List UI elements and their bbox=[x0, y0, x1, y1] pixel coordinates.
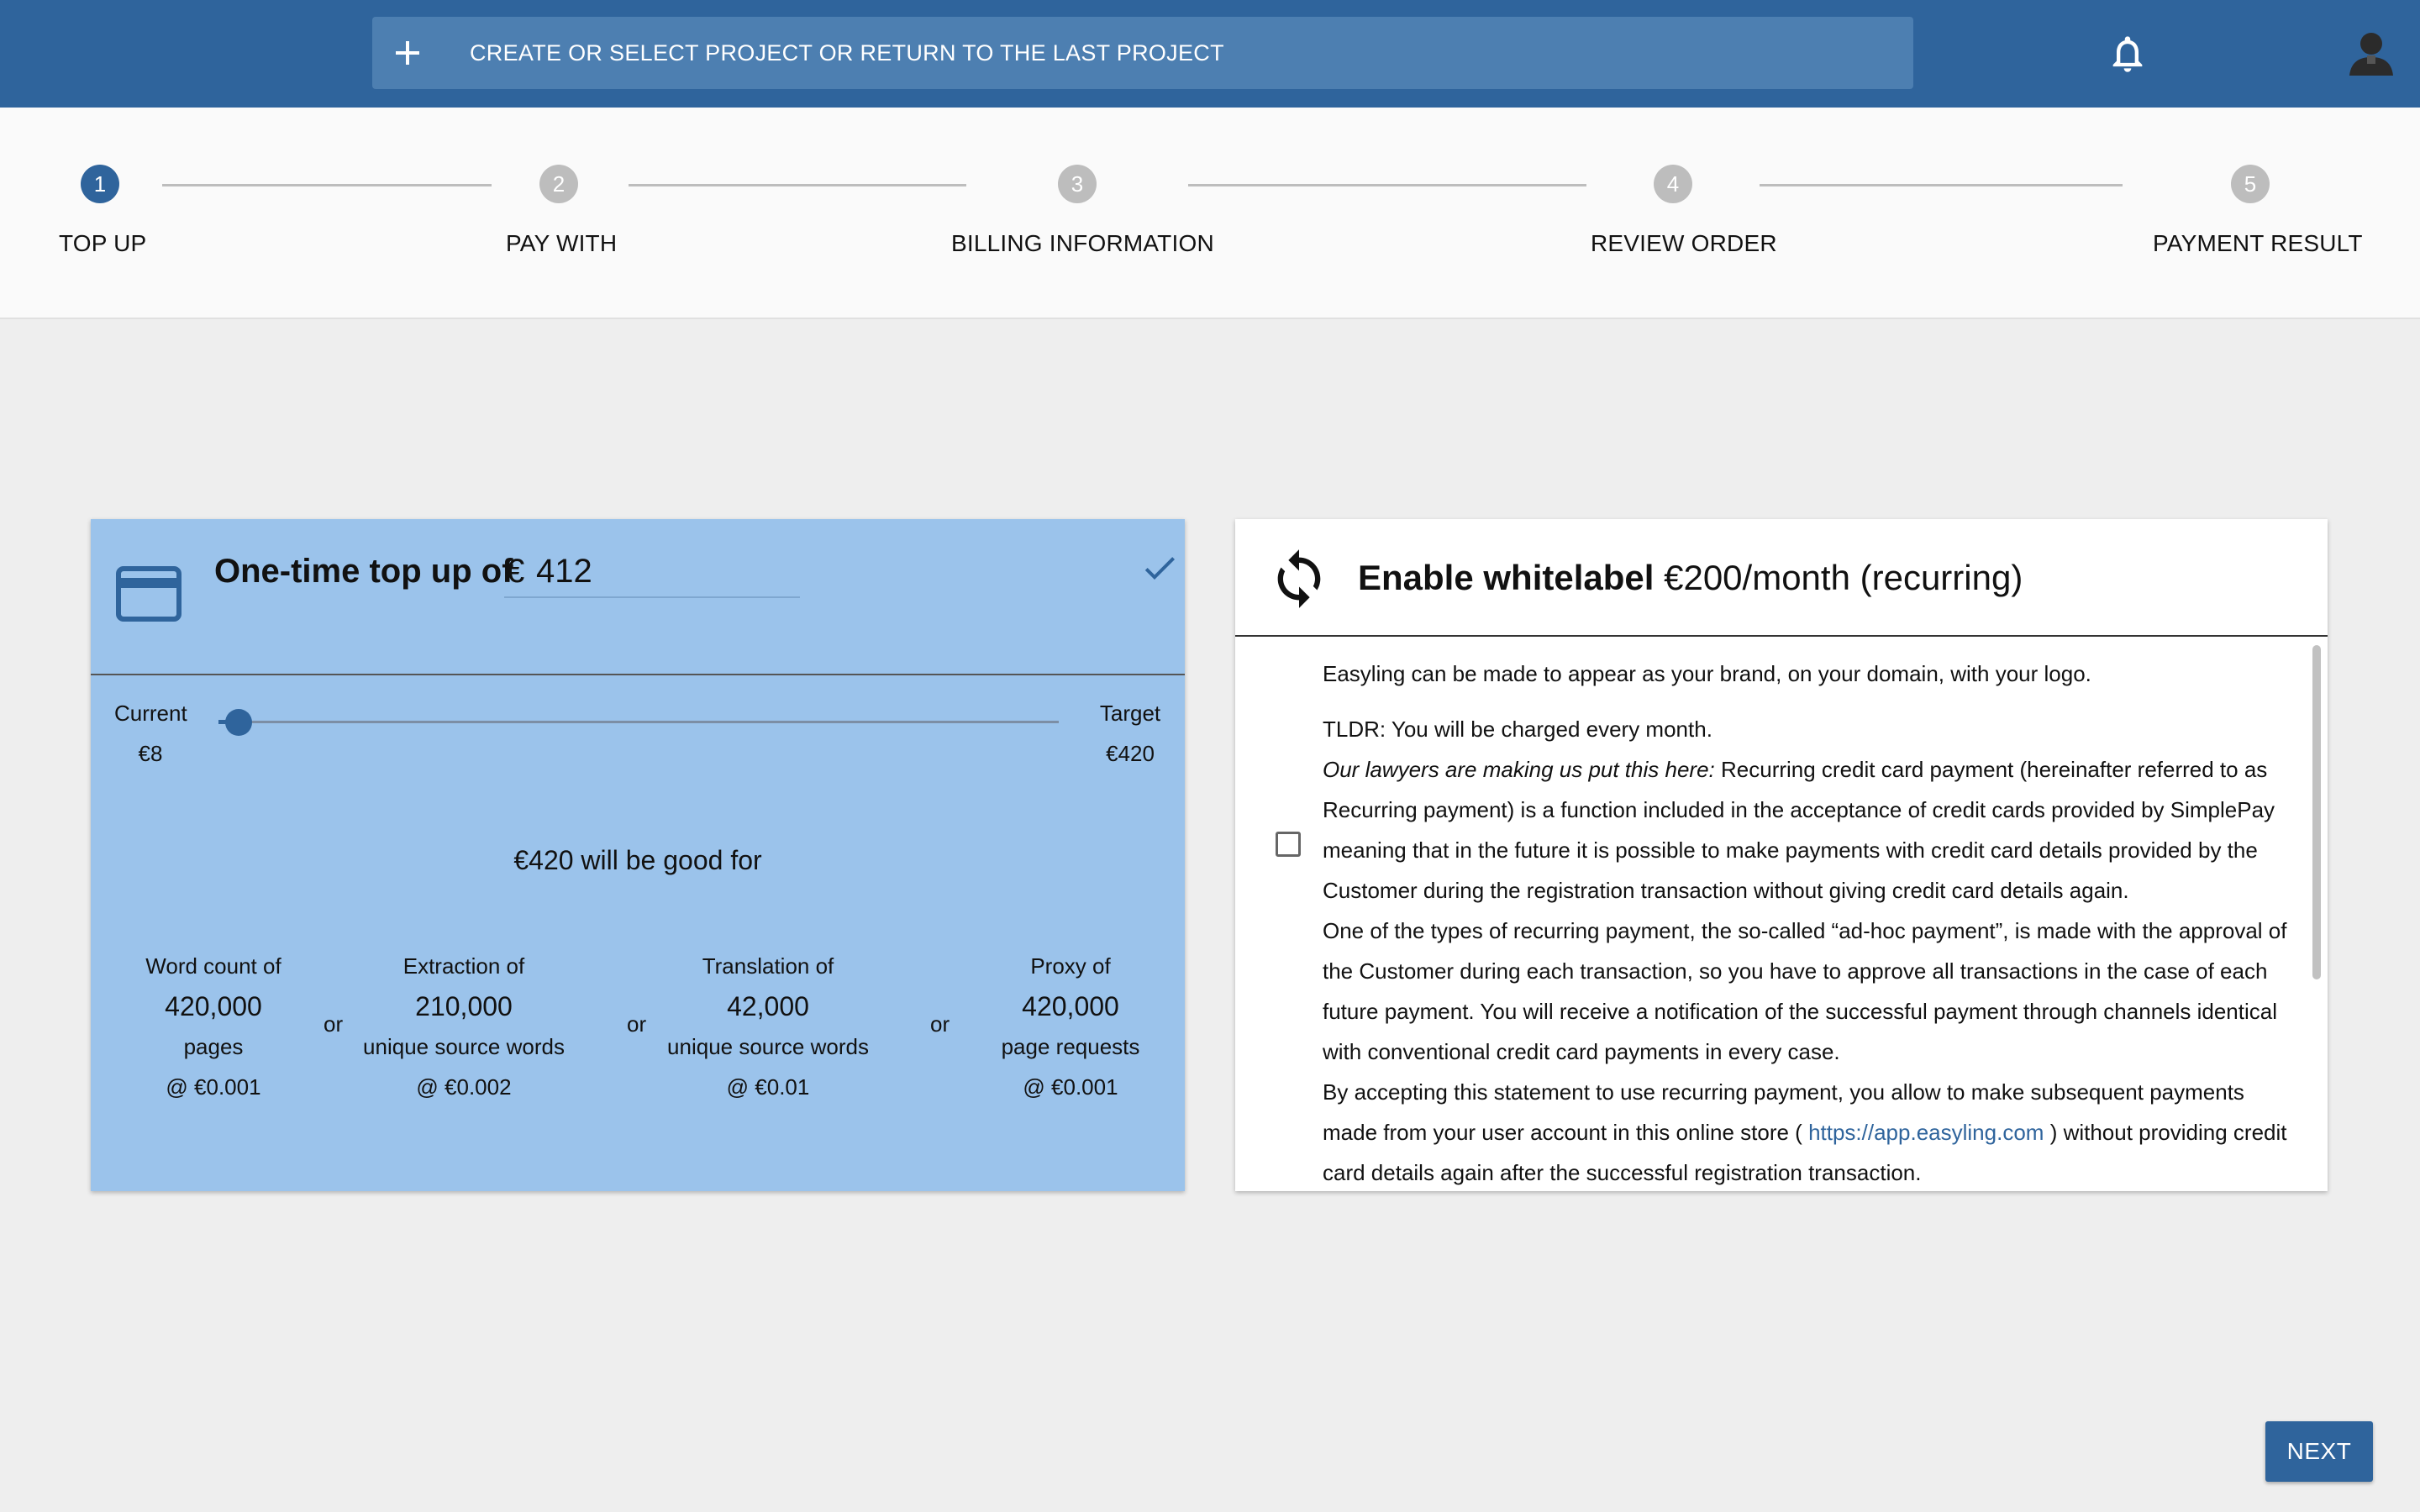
step-label: BILLING INFORMATION bbox=[951, 230, 1214, 256]
user-avatar-icon[interactable] bbox=[2344, 25, 2398, 79]
plus-icon bbox=[391, 36, 424, 70]
stat-translation: Translation of 42,000 unique source word… bbox=[662, 946, 874, 1107]
project-selector-label: CREATE OR SELECT PROJECT OR RETURN TO TH… bbox=[470, 39, 1224, 66]
recurring-consent-checkbox[interactable] bbox=[1276, 832, 1301, 857]
stat-title: Translation of bbox=[702, 953, 834, 979]
or-separator: or bbox=[627, 1011, 647, 1037]
whitelabel-terms-scroll[interactable]: Easyling can be made to appear as your b… bbox=[1235, 637, 2328, 1191]
sync-icon bbox=[1277, 549, 1321, 608]
stat-title: Word count of bbox=[145, 953, 281, 979]
lawyers-note: Our lawyers are making us put this here: bbox=[1323, 757, 1715, 782]
step-number: 1 bbox=[81, 165, 119, 203]
stat-rate: @ €0.002 bbox=[416, 1074, 512, 1100]
terms-paragraph-3: By accepting this statement to use recur… bbox=[1323, 1072, 2289, 1191]
stat-rate: @ €0.01 bbox=[726, 1074, 810, 1100]
stat-proxy: Proxy of 420,000 page requests @ €0.001 bbox=[965, 946, 1176, 1107]
or-separator: or bbox=[324, 1011, 344, 1037]
topup-amount-input[interactable] bbox=[504, 549, 800, 598]
step-connector bbox=[1760, 184, 2123, 186]
or-separator: or bbox=[930, 1011, 950, 1037]
tldr-text: TLDR: You will be charged every month. bbox=[1323, 717, 1712, 742]
slider-target-label: Target bbox=[1099, 701, 1161, 726]
stat-title: Proxy of bbox=[1030, 953, 1111, 979]
step-number: 2 bbox=[539, 165, 578, 203]
check-icon[interactable] bbox=[1139, 548, 1180, 588]
topup-slider-track[interactable] bbox=[218, 721, 1059, 723]
checkout-stepper: 1 TOP UP 2 PAY WITH 3 BILLING INFORMATIO… bbox=[0, 108, 2420, 319]
terms-paragraph: Our lawyers are making us put this here:… bbox=[1323, 749, 2289, 911]
scrollbar-thumb[interactable] bbox=[2312, 645, 2321, 979]
step-number: 4 bbox=[1654, 165, 1692, 203]
step-connector bbox=[162, 184, 492, 186]
whitelabel-title-bold: Enable whitelabel bbox=[1358, 558, 1655, 597]
topup-title: One-time top up of bbox=[214, 553, 513, 590]
stat-value: 210,000 bbox=[415, 991, 513, 1021]
bell-icon[interactable] bbox=[2106, 32, 2149, 76]
step-connector bbox=[629, 184, 966, 186]
step-label: REVIEW ORDER bbox=[1591, 230, 1777, 256]
step-number: 3 bbox=[1058, 165, 1097, 203]
stat-extraction: Extraction of 210,000 unique source word… bbox=[358, 946, 570, 1107]
stat-value: 420,000 bbox=[165, 991, 262, 1021]
whitelabel-title: Enable whitelabel €200/month (recurring) bbox=[1358, 558, 2023, 598]
stat-word-count: Word count of 420,000 pages @ €0.001 bbox=[108, 946, 319, 1107]
stat-unit: unique source words bbox=[667, 1034, 869, 1059]
step-label: PAY WITH bbox=[506, 230, 618, 256]
topup-card-header: One-time top up of € bbox=[91, 519, 1185, 675]
stat-unit: page requests bbox=[1001, 1034, 1140, 1059]
project-selector-button[interactable]: CREATE OR SELECT PROJECT OR RETURN TO TH… bbox=[372, 17, 1913, 89]
whitelabel-card-header: Enable whitelabel €200/month (recurring) bbox=[1235, 519, 2328, 637]
stat-title: Extraction of bbox=[402, 953, 525, 979]
stat-unit: pages bbox=[183, 1034, 244, 1059]
stat-rate: @ €0.001 bbox=[166, 1074, 261, 1100]
slider-current-value: €8 bbox=[138, 741, 163, 766]
step-label: PAYMENT RESULT bbox=[2153, 230, 2363, 256]
stat-unit: unique source words bbox=[363, 1034, 565, 1059]
topup-slider-thumb[interactable] bbox=[225, 709, 252, 736]
stat-value: 42,000 bbox=[727, 991, 809, 1021]
step-label: TOP UP bbox=[59, 230, 147, 256]
terms-paragraph-2: One of the types of recurring payment, t… bbox=[1323, 918, 2287, 1064]
step-connector bbox=[1188, 184, 1586, 186]
slider-target-value: €420 bbox=[1106, 741, 1155, 766]
step-number: 5 bbox=[2231, 165, 2270, 203]
stat-value: 420,000 bbox=[1022, 991, 1119, 1021]
whitelabel-title-price: €200/month (recurring) bbox=[1664, 558, 2023, 597]
stat-rate: @ €0.001 bbox=[1023, 1074, 1118, 1100]
whitelabel-terms-text: Easyling can be made to appear as your b… bbox=[1323, 654, 2289, 1191]
top-app-bar: CREATE OR SELECT PROJECT OR RETURN TO TH… bbox=[0, 0, 2420, 108]
next-button[interactable]: NEXT bbox=[2265, 1421, 2373, 1482]
slider-current-label: Current bbox=[114, 701, 187, 726]
good-for-text: €420 will be good for bbox=[513, 845, 762, 875]
whitelabel-intro: Easyling can be made to appear as your b… bbox=[1323, 661, 2091, 686]
topup-card[interactable]: One-time top up of € Current €8 Target €… bbox=[91, 519, 1185, 1191]
credit-card-icon bbox=[116, 566, 182, 622]
easyling-app-link[interactable]: https://app.easyling.com bbox=[1808, 1120, 2044, 1145]
whitelabel-card[interactable]: Enable whitelabel €200/month (recurring)… bbox=[1235, 519, 2328, 1191]
